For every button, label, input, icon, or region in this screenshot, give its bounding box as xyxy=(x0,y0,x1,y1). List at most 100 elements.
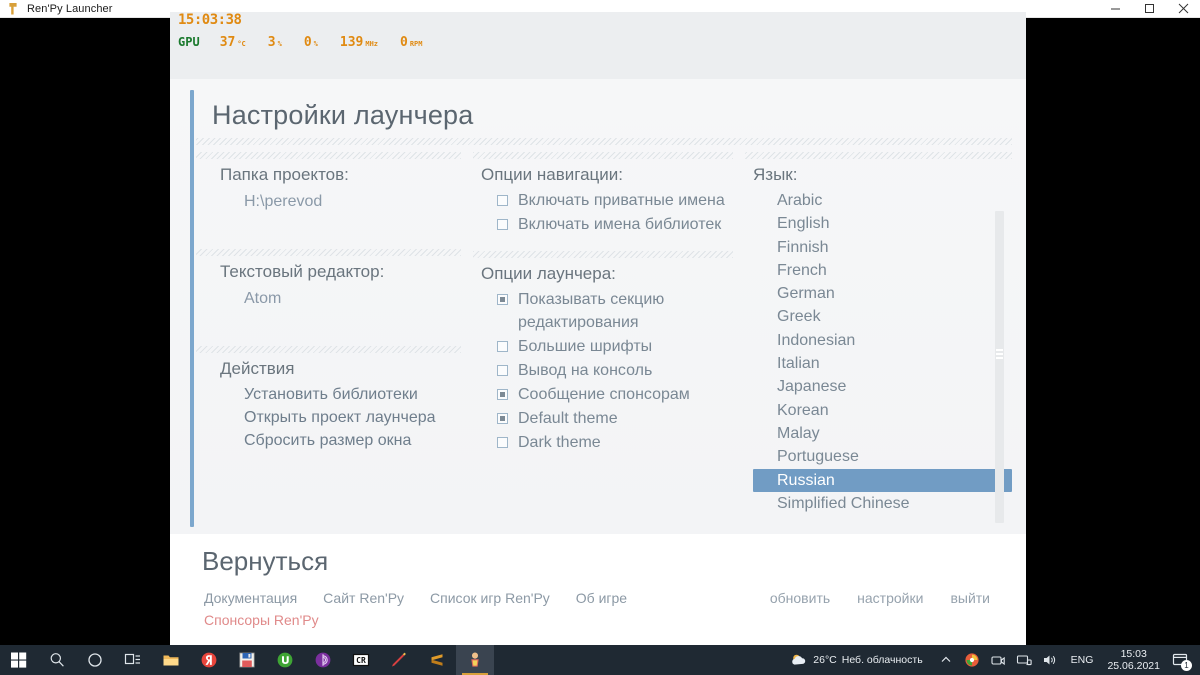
language-item-english[interactable]: English xyxy=(753,212,1012,235)
checkbox-row-sponsor-message[interactable]: Сообщение спонсорам xyxy=(473,383,733,406)
link-preferences[interactable]: настройки xyxy=(857,590,923,606)
checkbox-icon[interactable] xyxy=(497,413,508,424)
search-button[interactable] xyxy=(38,645,76,675)
group-projects-folder: Папка проектов: H:\perevod xyxy=(196,152,461,215)
checkbox-icon[interactable] xyxy=(497,365,508,376)
antivirus-tray-button[interactable] xyxy=(959,645,985,675)
language-item-greek[interactable]: Greek xyxy=(753,305,1012,328)
launcher-footer: Вернуться Документация Сайт Ren'Py Списо… xyxy=(170,534,1026,645)
yandex-browser-button[interactable] xyxy=(190,645,228,675)
language-item-finnish[interactable]: Finnish xyxy=(753,236,1012,259)
language-item-german[interactable]: German xyxy=(753,282,1012,305)
language-list[interactable]: Arabic English Finnish French German Gre… xyxy=(745,189,1012,529)
language-item-portuguese[interactable]: Portuguese xyxy=(753,445,1012,468)
screen: Ren'Py Launcher 15:03:38 GPU 37 °C 3 % 0… xyxy=(0,0,1200,675)
back-button[interactable]: Вернуться xyxy=(202,546,328,577)
link-renpy-sponsors[interactable]: Спонсоры Ren'Py xyxy=(204,612,319,628)
checkbox-row-private-names[interactable]: Включать приватные имена xyxy=(473,189,733,212)
link-renpy-website[interactable]: Сайт Ren'Py xyxy=(323,590,404,606)
folder-icon xyxy=(163,655,179,666)
projects-folder-value[interactable]: H:\perevod xyxy=(196,189,461,215)
start-button[interactable] xyxy=(0,645,38,675)
checkbox-row-large-fonts[interactable]: Большие шрифты xyxy=(473,335,733,358)
save-app-button[interactable] xyxy=(228,645,266,675)
checkbox-row-console-output[interactable]: Вывод на консоль xyxy=(473,359,733,382)
language-item-korean[interactable]: Korean xyxy=(753,399,1012,422)
checkbox-row-library-names[interactable]: Включать имена библиотек xyxy=(473,213,733,236)
checkbox-label: Default theme xyxy=(518,410,618,427)
utorrent-button[interactable] xyxy=(266,645,304,675)
checkbox-icon[interactable] xyxy=(497,195,508,206)
language-item-malay[interactable]: Malay xyxy=(753,422,1012,445)
pen-icon xyxy=(392,652,406,667)
link-documentation[interactable]: Документация xyxy=(204,590,297,606)
projects-folder-label: Папка проектов: xyxy=(220,165,349,184)
action-open-launcher-project[interactable]: Открыть проект лаунчера xyxy=(196,406,461,429)
camera-tray-button[interactable] xyxy=(985,645,1011,675)
close-button[interactable] xyxy=(1166,0,1200,18)
speaker-icon xyxy=(1043,655,1055,665)
cortana-button[interactable] xyxy=(76,645,114,675)
checkbox-icon[interactable] xyxy=(497,389,508,400)
group-launcher-options: Опции лаунчера: Показывать секцию редакт… xyxy=(473,251,733,454)
checkbox-row-dark-theme[interactable]: Dark theme xyxy=(473,431,733,454)
task-view-icon xyxy=(124,653,140,665)
hud-stat-value: 3 xyxy=(267,35,276,50)
language-scrollbar[interactable] xyxy=(995,211,1004,523)
language-item-japanese[interactable]: Japanese xyxy=(753,375,1012,398)
checkbox-icon[interactable] xyxy=(497,219,508,230)
language-item-russian[interactable]: Russian xyxy=(753,468,1012,492)
action-install-libraries[interactable]: Установить библиотеки xyxy=(196,383,461,406)
weather-widget[interactable]: 26°C Неб. облачность xyxy=(790,651,923,669)
cr-app-button[interactable]: CR xyxy=(342,645,380,675)
language-item-indonesian[interactable]: Indonesian xyxy=(753,329,1012,352)
checkbox-label: Большие шрифты xyxy=(518,338,653,355)
column-language: Язык: Arabic English Finnish French Germ… xyxy=(745,152,1012,532)
link-renpy-games-list[interactable]: Список игр Ren'Py xyxy=(430,590,550,606)
hud-stat-unit: % xyxy=(277,40,282,48)
hud-stat-unit: °C xyxy=(237,40,246,48)
maximize-button[interactable] xyxy=(1132,0,1166,18)
taskbar-apps: CR xyxy=(0,645,494,675)
hud-stat-unit: % xyxy=(313,40,318,48)
chevron-up-icon xyxy=(941,656,951,662)
left-accent-bar xyxy=(190,90,194,527)
sublime-text-button[interactable] xyxy=(418,645,456,675)
checkbox-icon[interactable] xyxy=(497,341,508,352)
actions-label: Действия xyxy=(220,359,295,378)
language-item-arabic[interactable]: Arabic xyxy=(753,189,1012,212)
notifications-button[interactable]: 1 xyxy=(1166,645,1194,675)
checkbox-row-default-theme[interactable]: Default theme xyxy=(473,407,733,430)
language-item-simplified-chinese[interactable]: Simplified Chinese xyxy=(753,492,1012,515)
language-item-french[interactable]: French xyxy=(753,259,1012,282)
checkbox-row-show-edit-section[interactable]: Показывать секцию редактирования xyxy=(473,288,733,334)
minimize-button[interactable] xyxy=(1098,0,1132,18)
renpy-launcher-window: 15:03:38 GPU 37 °C 3 % 0 % 139 MHz 0 RPM… xyxy=(170,12,1026,645)
group-divider xyxy=(196,152,461,159)
text-editor-value[interactable]: Atom xyxy=(196,286,461,312)
group-navigation-options: Опции навигации: Включать приватные имен… xyxy=(473,152,733,236)
pen-app-button[interactable] xyxy=(380,645,418,675)
task-view-button[interactable] xyxy=(114,645,152,675)
checkbox-icon[interactable] xyxy=(497,294,508,305)
file-explorer-button[interactable] xyxy=(152,645,190,675)
group-divider xyxy=(196,346,461,353)
tor-browser-button[interactable] xyxy=(304,645,342,675)
action-reset-window-size[interactable]: Сбросить размер окна xyxy=(196,429,461,452)
network-tray-button[interactable] xyxy=(1011,645,1037,675)
link-update[interactable]: обновить xyxy=(770,590,830,606)
language-indicator[interactable]: ENG xyxy=(1071,654,1094,666)
clock-widget[interactable]: 15:03 25.06.2021 xyxy=(1107,648,1160,672)
link-quit[interactable]: выйти xyxy=(950,590,990,606)
gpu-hud-overlay: 15:03:38 GPU 37 °C 3 % 0 % 139 MHz 0 RPM xyxy=(178,12,445,50)
renpy-launcher-button[interactable] xyxy=(456,645,494,675)
scrollbar-grip[interactable] xyxy=(996,349,1003,361)
checkbox-label: Включать имена библиотек xyxy=(518,216,722,233)
language-item-italian[interactable]: Italian xyxy=(753,352,1012,375)
volume-tray-button[interactable] xyxy=(1037,645,1063,675)
link-about[interactable]: Об игре xyxy=(576,590,627,606)
group-actions: Действия Установить библиотеки Открыть п… xyxy=(196,346,461,452)
show-hidden-icons-button[interactable] xyxy=(933,645,959,675)
checkbox-icon[interactable] xyxy=(497,437,508,448)
